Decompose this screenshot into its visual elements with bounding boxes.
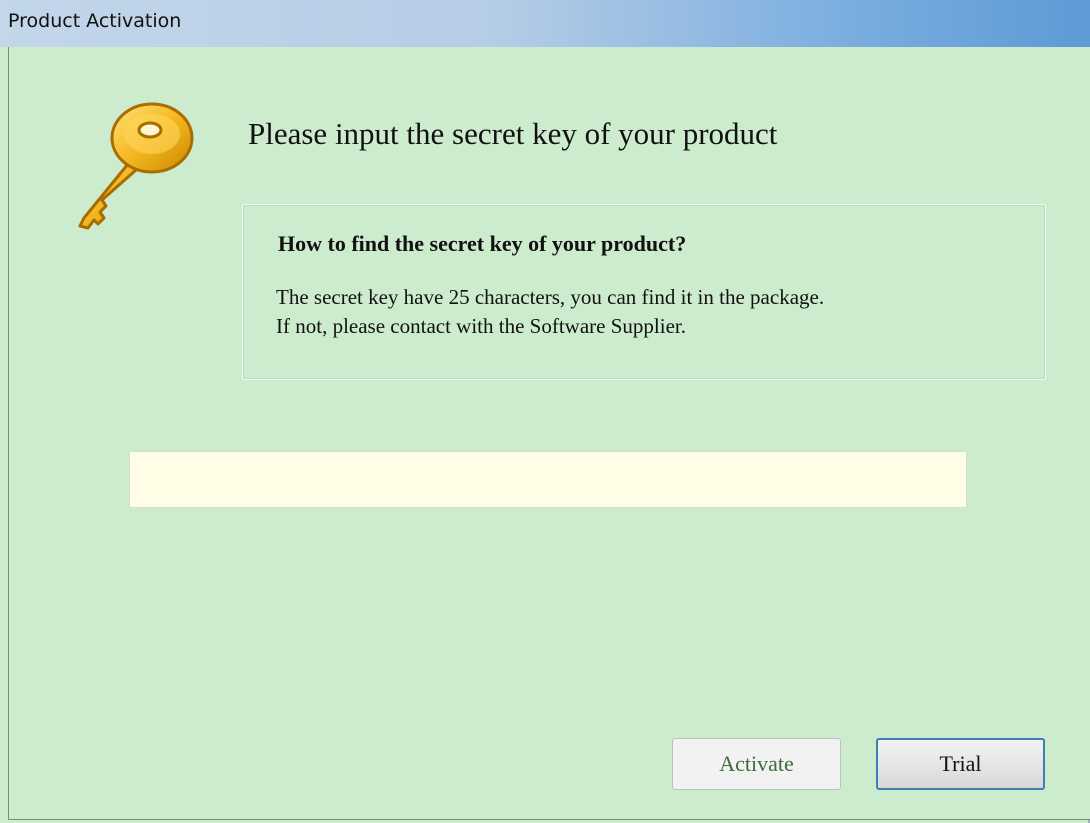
secret-key-input[interactable] [129, 451, 967, 508]
trial-button[interactable]: Trial [876, 738, 1045, 790]
key-icon [78, 102, 194, 230]
help-text-line-1: The secret key have 25 characters, you c… [276, 285, 825, 309]
help-box: How to find the secret key of your produ… [242, 204, 1046, 380]
window-title: Product Activation [8, 10, 182, 32]
help-title: How to find the secret key of your produ… [278, 231, 687, 256]
product-activation-window: Product Activation Please input the secr… [0, 0, 1090, 823]
help-text-line-2: If not, please contact with the Software… [276, 314, 686, 338]
title-bar[interactable]: Product Activation [0, 0, 1090, 47]
page-title: Please input the secret key of your prod… [248, 116, 778, 151]
activate-button[interactable]: Activate [672, 738, 841, 790]
